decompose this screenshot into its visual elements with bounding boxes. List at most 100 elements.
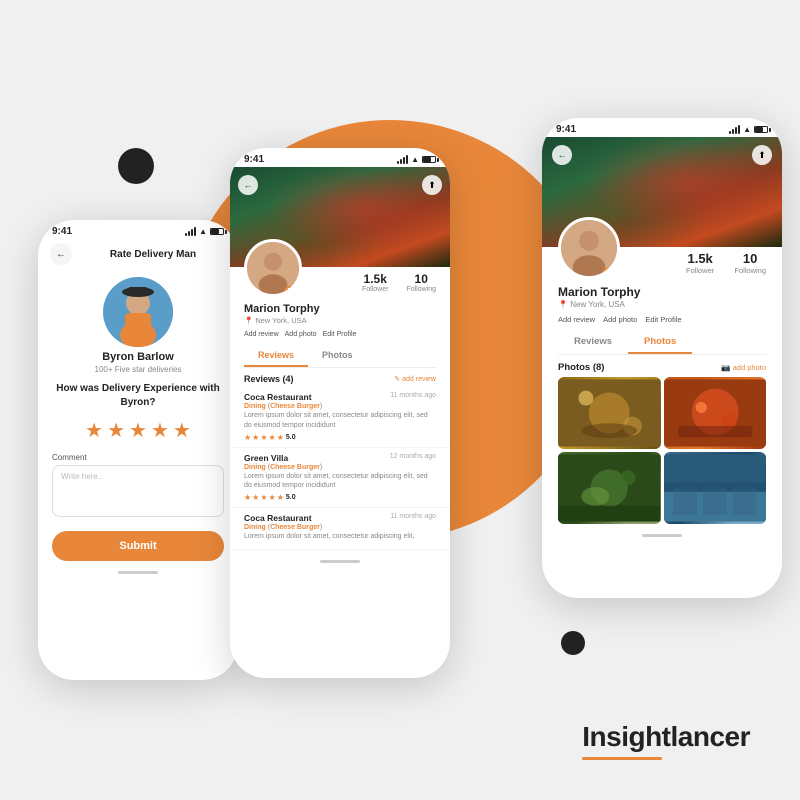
following-count-3: 10: [734, 251, 766, 266]
edit-profile-btn-2[interactable]: Edit Profile: [323, 331, 357, 338]
photos-title: Photos (8): [558, 362, 604, 373]
tab-photos-2[interactable]: Photos: [308, 344, 367, 367]
photo-cell-1[interactable]: [558, 377, 661, 449]
battery-icon-2: [422, 156, 436, 163]
tab-reviews-3[interactable]: Reviews: [558, 330, 628, 354]
add-review-btn-3[interactable]: Add review: [558, 315, 595, 324]
add-review-inline-btn[interactable]: ✎ add review: [394, 375, 436, 383]
camera-icon: 📷: [721, 363, 730, 372]
review-text-1: Lorem ipsum dolor sit amet, consectetur …: [244, 411, 436, 431]
rs3: ★: [260, 433, 267, 442]
follower-label-3: Follower: [686, 266, 714, 275]
review-top-1: Coca Restaurant 11 months ago: [244, 392, 436, 402]
phone-rate-delivery: 9:41 ▲ ← Rate Delivery Man: [38, 220, 238, 680]
phone-profile-reviews: 9:41 ▲ ← ⬆ Edit: [230, 148, 450, 678]
wifi-icon-1: ▲: [199, 227, 207, 236]
photo-cell-3[interactable]: [558, 452, 661, 524]
review-tag-1: Cheese Burger: [270, 403, 320, 410]
review-rating-2: 5.0: [286, 494, 296, 501]
review-stars-2: ★ ★ ★ ★ ★ 5.0: [244, 493, 436, 502]
review-restaurant-1: Coca Restaurant: [244, 392, 312, 402]
review-rating-1: 5.0: [286, 434, 296, 441]
profile-name-2: Marion Torphy: [230, 297, 450, 316]
home-indicator-2: [320, 560, 360, 563]
profile-location-2: 📍 New York, USA: [230, 316, 450, 331]
hero-back-button[interactable]: ←: [238, 175, 258, 195]
star-3[interactable]: ★: [129, 418, 147, 443]
dining-type-2: Dining: [244, 464, 266, 471]
photos-header: Photos (8) 📷 add photo: [542, 355, 782, 377]
edit-badge[interactable]: Edit: [284, 286, 301, 296]
deliveryman-name: Byron Barlow: [38, 351, 238, 363]
star-rating[interactable]: ★ ★ ★ ★ ★: [38, 418, 238, 443]
home-indicator-1: [118, 571, 158, 574]
review-item-3: Coca Restaurant 11 months ago Dining (Ch…: [230, 508, 450, 550]
follower-stat: 1.5k Follower: [362, 272, 388, 293]
following-count: 10: [406, 272, 436, 286]
review-text-2: Lorem ipsum dolor sit amet, consectetur …: [244, 472, 436, 492]
star-5[interactable]: ★: [173, 418, 191, 443]
location-pin-icon: 📍: [244, 316, 253, 325]
review-tag-3: Cheese Burger: [270, 524, 320, 531]
edit-profile-btn-3[interactable]: Edit Profile: [645, 315, 681, 324]
status-time-2: 9:41: [244, 154, 264, 165]
wifi-icon-3: ▲: [743, 125, 751, 134]
star-4[interactable]: ★: [151, 418, 169, 443]
status-time-1: 9:41: [52, 226, 72, 237]
tab-reviews-2[interactable]: Reviews: [244, 344, 308, 367]
reviews-title: Reviews (4): [244, 374, 294, 384]
photo-cell-2[interactable]: [664, 377, 767, 449]
status-bar-3: 9:41 ▲: [542, 118, 782, 137]
review-time-1: 11 months ago: [390, 392, 436, 402]
back-button-1[interactable]: ←: [50, 243, 72, 265]
add-photo-btn-3[interactable]: Add photo: [603, 315, 637, 324]
hero-share-button[interactable]: ⬆: [422, 175, 442, 195]
add-review-btn-2[interactable]: Add review: [244, 331, 279, 338]
edit-badge-3[interactable]: Edit: [602, 268, 619, 278]
profile-tabs-2: Reviews Photos: [244, 344, 436, 368]
status-time-3: 9:41: [556, 124, 576, 135]
add-photo-inline-btn[interactable]: 📷 add photo: [721, 363, 766, 372]
deliveryman-stats: 100+ Five star deliveries: [38, 365, 238, 374]
review-stars-1: ★ ★ ★ ★ ★ 5.0: [244, 433, 436, 442]
star-1[interactable]: ★: [85, 418, 103, 443]
profile-avatar-2: Edit: [244, 239, 302, 297]
wifi-icon-2: ▲: [411, 155, 419, 164]
signal-icon-3: [729, 125, 740, 134]
review-type-2: Dining (Cheese Burger): [244, 464, 436, 471]
dining-type-1: Dining: [244, 403, 266, 410]
add-photo-btn-2[interactable]: Add photo: [285, 331, 317, 338]
branding: Insightlancer: [582, 721, 750, 760]
comment-input[interactable]: Write here..: [52, 465, 224, 517]
home-indicator-3: [642, 534, 682, 537]
review-restaurant-3: Coca Restaurant: [244, 513, 312, 523]
hero-back-btn-3[interactable]: ←: [552, 145, 572, 165]
rs5: ★: [277, 433, 284, 442]
status-icons-3: ▲: [729, 125, 768, 134]
photo-cell-4[interactable]: [664, 452, 767, 524]
follower-count: 1.5k: [362, 272, 388, 286]
review-top-3: Coca Restaurant 11 months ago: [244, 513, 436, 523]
hero-buttons: ← ⬆: [238, 175, 442, 195]
rating-question: How was Delivery Experience with Byron?: [50, 382, 226, 410]
dining-type-3: Dining: [244, 524, 266, 531]
location-pin-icon-3: 📍: [558, 300, 568, 309]
review-item-2: Green Villa 12 months ago Dining (Cheese…: [230, 448, 450, 509]
rs2: ★: [252, 433, 259, 442]
submit-button[interactable]: Submit: [52, 531, 224, 561]
star-2[interactable]: ★: [107, 418, 125, 443]
hero-share-btn-3[interactable]: ⬆: [752, 145, 772, 165]
follower-count-3: 1.5k: [686, 251, 714, 266]
profile-name-3: Marion Torphy: [542, 279, 782, 300]
follower-label: Follower: [362, 286, 388, 293]
location-text-2: New York, USA: [255, 316, 306, 325]
avatar-wrap: [38, 277, 238, 347]
hero-buttons-3: ← ⬆: [552, 145, 772, 165]
comment-placeholder: Write here..: [61, 472, 102, 481]
tab-photos-3[interactable]: Photos: [628, 330, 692, 354]
follower-stat-3: 1.5k Follower: [686, 251, 714, 275]
signal-icon-1: [185, 227, 196, 236]
location-text-3: New York, USA: [570, 300, 625, 309]
profile-tabs-3: Reviews Photos: [558, 330, 766, 355]
review-type-1: Dining (Cheese Burger): [244, 403, 436, 410]
